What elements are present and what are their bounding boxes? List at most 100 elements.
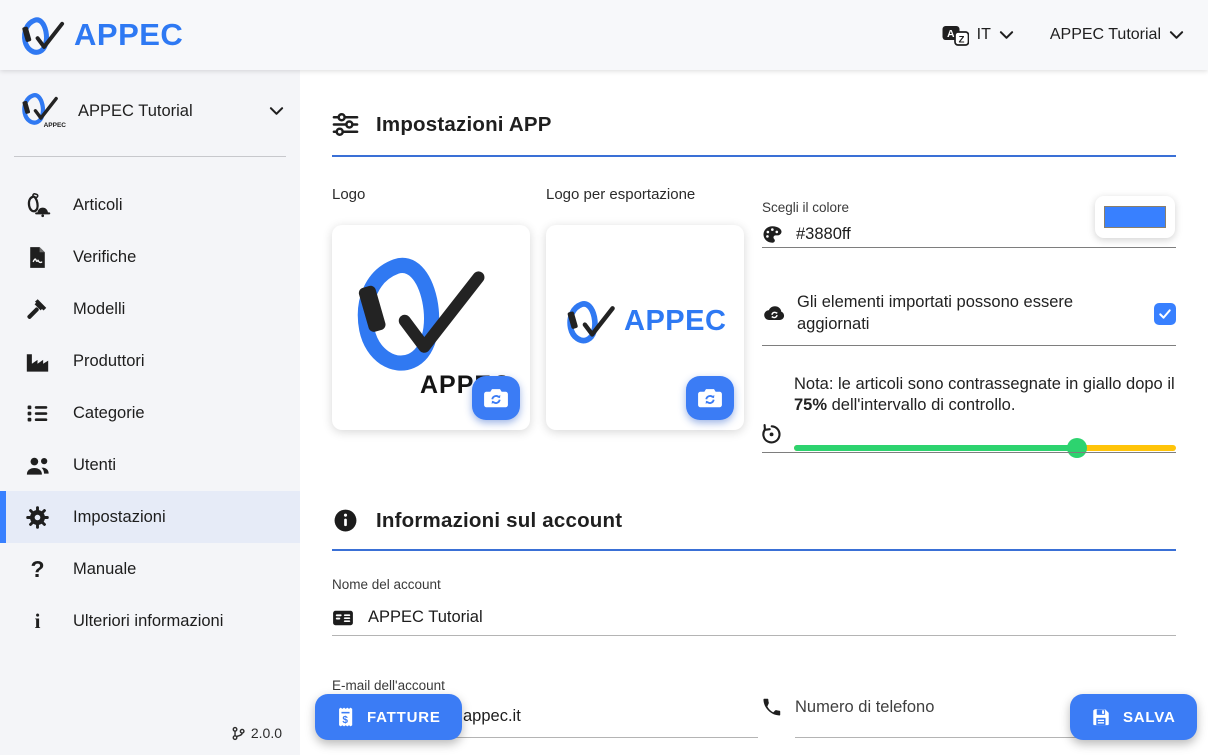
workspace-switcher[interactable]: APPEC APPEC Tutorial xyxy=(0,70,300,132)
carabiner-logo-icon xyxy=(16,13,70,57)
color-swatch-fill xyxy=(1104,206,1166,228)
sidebar-item-label: Modelli xyxy=(73,300,125,319)
phone-icon xyxy=(762,698,781,717)
sidebar-item-articoli[interactable]: Articoli xyxy=(0,179,300,231)
sidebar-item-label: Categorie xyxy=(73,404,145,423)
sidebar-divider xyxy=(14,156,286,157)
info-circle-icon xyxy=(332,508,359,533)
sidebar-item-manuale[interactable]: ? Manuale xyxy=(0,543,300,595)
chevron-down-icon xyxy=(1169,30,1184,40)
logo-export-upload-card[interactable]: APPEC xyxy=(546,225,744,430)
sidebar-item-ulteriori-informazioni[interactable]: i Ulteriori informazioni xyxy=(0,595,300,647)
input-underline xyxy=(332,635,1176,636)
people-icon xyxy=(24,453,51,478)
logo-export-preview: APPEC xyxy=(560,297,726,345)
gear-icon xyxy=(24,505,51,530)
divider xyxy=(762,247,1176,248)
carabiner-logo-icon xyxy=(560,297,622,345)
change-export-logo-button[interactable] xyxy=(686,376,734,420)
brand-logo[interactable]: APPEC xyxy=(16,13,183,57)
account-label: APPEC Tutorial xyxy=(1050,26,1161,44)
section-title: Informazioni sul account xyxy=(376,509,622,533)
svg-text:Z: Z xyxy=(958,34,964,45)
color-picker-swatch[interactable] xyxy=(1095,196,1175,238)
logo-label: Logo xyxy=(332,186,365,203)
account-menu[interactable]: APPEC Tutorial xyxy=(1050,26,1184,44)
workspace-name: APPEC Tutorial xyxy=(78,102,255,121)
climbing-gear-icon xyxy=(24,193,51,218)
app-version: 2.0.0 xyxy=(231,725,282,741)
section-title: Impostazioni APP xyxy=(376,113,552,137)
translate-icon: A Z xyxy=(942,25,969,46)
language-label: IT xyxy=(977,26,991,44)
sidebar-nav: Articoli Verifiche xyxy=(0,179,300,647)
logo-export-label: Logo per esportazione xyxy=(546,186,695,203)
import-update-field: Gli elementi importati possono essere ag… xyxy=(762,292,1176,336)
git-branch-icon xyxy=(231,726,246,741)
logo-export-brand: APPEC xyxy=(624,305,726,338)
hammer-icon xyxy=(24,297,51,322)
interval-warning-field: Nota: le articoli sono contrassegnate in… xyxy=(762,374,1176,417)
topbar-right: A Z IT APPEC Tutorial xyxy=(942,25,1184,46)
chevron-down-icon xyxy=(269,106,284,116)
app-settings-header: Impostazioni APP xyxy=(332,112,552,137)
interval-warning-text: Nota: le articoli sono contrassegnate in… xyxy=(794,374,1176,417)
id-card-icon xyxy=(332,609,354,627)
import-update-checkbox[interactable] xyxy=(1154,303,1176,325)
brand-name: APPEC xyxy=(74,17,183,53)
sidebar-item-label: Impostazioni xyxy=(73,508,166,527)
options-sliders-icon xyxy=(332,112,359,137)
sidebar-item-produttori[interactable]: Produttori xyxy=(0,335,300,387)
sidebar-item-impostazioni[interactable]: Impostazioni xyxy=(0,491,300,543)
salva-button[interactable]: SALVA xyxy=(1070,694,1197,740)
change-logo-button[interactable] xyxy=(472,376,520,420)
factory-icon xyxy=(24,349,51,374)
invoice-icon: $ xyxy=(336,706,355,728)
interval-percent: 75% xyxy=(794,396,827,414)
camera-reverse-icon xyxy=(483,387,509,410)
svg-text:A: A xyxy=(947,28,955,40)
fatture-label: FATTURE xyxy=(367,709,441,726)
sidebar-item-categorie[interactable]: Categorie xyxy=(0,387,300,439)
slider-fill xyxy=(794,445,1077,451)
account-phone-field[interactable]: Numero di telefono xyxy=(762,698,934,717)
sidebar-item-label: Articoli xyxy=(73,196,123,215)
chevron-down-icon xyxy=(999,30,1014,40)
sidebar-item-label: Ulteriori informazioni xyxy=(73,612,223,631)
account-email-label: E-mail dell'account xyxy=(332,678,445,693)
divider xyxy=(762,345,1176,346)
svg-text:$: $ xyxy=(342,715,348,726)
info-icon: i xyxy=(24,609,51,634)
account-email-field[interactable]: appec.it xyxy=(463,707,521,726)
fatture-button[interactable]: $ FATTURE xyxy=(315,694,462,740)
app-window: APPEC A Z IT APPEC Tutorial xyxy=(0,0,1208,755)
sidebar-item-label: Utenti xyxy=(73,456,116,475)
logo-upload-card[interactable]: APPEC xyxy=(332,225,530,430)
history-icon xyxy=(760,423,782,445)
account-name-field[interactable]: APPEC Tutorial xyxy=(332,608,483,627)
sidebar-item-verifiche[interactable]: Verifiche xyxy=(0,231,300,283)
slider-thumb[interactable] xyxy=(1067,438,1087,458)
sidebar-item-modelli[interactable]: Modelli xyxy=(0,283,300,335)
divider xyxy=(762,452,1176,453)
sidebar-item-label: Produttori xyxy=(73,352,145,371)
camera-reverse-icon xyxy=(697,387,723,410)
sidebar-item-label: Manuale xyxy=(73,560,136,579)
color-field[interactable]: #3880ff xyxy=(762,224,851,245)
main-content: Impostazioni APP Logo APPEC Logo per esp… xyxy=(300,70,1208,755)
language-selector[interactable]: A Z IT xyxy=(942,25,1014,46)
settings-right-column: Scegli il colore #3880ff xyxy=(762,188,1176,458)
interval-slider[interactable] xyxy=(794,438,1176,458)
section-underline xyxy=(332,549,1176,551)
version-number: 2.0.0 xyxy=(251,725,282,741)
question-mark-icon: ? xyxy=(24,557,51,582)
sidebar: APPEC APPEC Tutorial Articoli xyxy=(0,70,300,755)
palette-icon xyxy=(762,224,783,245)
account-phone-placeholder: Numero di telefono xyxy=(795,698,934,717)
document-check-icon xyxy=(24,245,51,270)
workspace-logo: APPEC xyxy=(16,90,64,132)
topbar: APPEC A Z IT APPEC Tutorial xyxy=(0,0,1208,70)
sidebar-item-utenti[interactable]: Utenti xyxy=(0,439,300,491)
carabiner-logo-icon xyxy=(338,247,504,375)
color-label: Scegli il colore xyxy=(762,200,849,215)
